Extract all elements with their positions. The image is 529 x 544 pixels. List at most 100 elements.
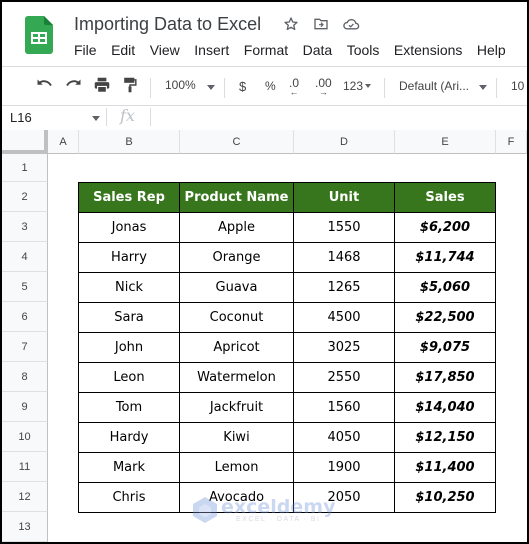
name-box[interactable]: L16 xyxy=(10,110,32,125)
cell-product-name[interactable]: Watermelon xyxy=(179,362,294,393)
menu-help[interactable]: Help xyxy=(477,42,506,58)
cell-product-name[interactable]: Guava xyxy=(179,272,294,303)
cell-product-name[interactable]: Kiwi xyxy=(179,422,294,453)
more-formats-button[interactable]: 123 xyxy=(343,79,372,93)
cell-sales-rep[interactable]: Mark xyxy=(78,452,180,483)
cell-unit[interactable]: 4500 xyxy=(293,302,395,333)
cell-sales[interactable]: $6,200 xyxy=(394,212,496,243)
row-header-11[interactable]: 11 xyxy=(2,452,48,482)
cell-sales[interactable]: $22,500 xyxy=(394,302,496,333)
cell-product-name[interactable]: Lemon xyxy=(179,452,294,483)
row-header-6[interactable]: 6 xyxy=(2,302,48,332)
move-to-folder-icon[interactable] xyxy=(312,15,330,33)
currency-format-button[interactable]: $ xyxy=(239,79,246,94)
cell-unit[interactable]: 1265 xyxy=(293,272,395,303)
menu-file[interactable]: File xyxy=(74,42,97,58)
zoom-select[interactable]: 100% xyxy=(165,78,196,92)
row-header-9[interactable]: 9 xyxy=(2,392,48,422)
cell-product-name[interactable]: Apple xyxy=(179,212,294,243)
formula-input[interactable] xyxy=(154,108,524,126)
cell-sales[interactable]: $17,850 xyxy=(394,362,496,393)
cell-sales[interactable]: $5,060 xyxy=(394,272,496,303)
row-header-5[interactable]: 5 xyxy=(2,272,48,302)
column-header-c[interactable]: C xyxy=(180,130,294,154)
cell-sales-rep[interactable]: Nick xyxy=(78,272,180,303)
table-row: Jonas Apple 1550 $6,200 xyxy=(78,212,496,243)
cell-unit[interactable]: 2050 xyxy=(293,482,395,513)
cell-unit[interactable]: 1550 xyxy=(293,212,395,243)
cell-sales[interactable]: $9,075 xyxy=(394,332,496,363)
font-size-select[interactable]: 10 xyxy=(511,79,524,93)
decrease-decimal-button[interactable]: .0 ← xyxy=(289,77,299,97)
cell-product-name[interactable]: Orange xyxy=(179,242,294,273)
row-header-3[interactable]: 3 xyxy=(2,212,48,242)
cell-product-name[interactable]: Coconut xyxy=(179,302,294,333)
font-dropdown-icon[interactable] xyxy=(479,85,487,90)
header-sales-rep[interactable]: Sales Rep xyxy=(78,182,180,213)
cell-sales-rep[interactable]: Hardy xyxy=(78,422,180,453)
row-header-4[interactable]: 4 xyxy=(2,242,48,272)
column-header-d[interactable]: D xyxy=(294,130,395,154)
arrow-right-icon: → xyxy=(318,87,328,97)
document-title[interactable]: Importing Data to Excel xyxy=(74,14,261,35)
table-row: Harry Orange 1468 $11,744 xyxy=(78,242,496,273)
cell-sales[interactable]: $10,250 xyxy=(394,482,496,513)
row-header-7[interactable]: 7 xyxy=(2,332,48,362)
menu-tools[interactable]: Tools xyxy=(347,42,380,58)
select-all-corner[interactable] xyxy=(2,130,48,154)
row-header-1[interactable]: 1 xyxy=(2,154,48,182)
cell-sales[interactable]: $11,744 xyxy=(394,242,496,273)
cell-sales-rep[interactable]: Jonas xyxy=(78,212,180,243)
paint-format-icon[interactable] xyxy=(123,77,137,93)
row-header-2[interactable]: 2 xyxy=(2,182,48,212)
column-header-b[interactable]: B xyxy=(79,130,180,154)
column-header-a[interactable]: A xyxy=(48,130,79,154)
cell-sales-rep[interactable]: Chris xyxy=(78,482,180,513)
redo-icon[interactable] xyxy=(64,77,82,91)
cell-unit[interactable]: 2550 xyxy=(293,362,395,393)
table-row: Sara Coconut 4500 $22,500 xyxy=(78,302,496,333)
column-header-e[interactable]: E xyxy=(395,130,496,154)
cell-unit[interactable]: 1468 xyxy=(293,242,395,273)
menu-view[interactable]: View xyxy=(150,42,180,58)
row-header-8[interactable]: 8 xyxy=(2,362,48,392)
row-header-12[interactable]: 12 xyxy=(2,482,48,512)
increase-decimal-button[interactable]: .00 → xyxy=(315,77,332,97)
menu-insert[interactable]: Insert xyxy=(194,42,229,58)
cell-sales-rep[interactable]: Leon xyxy=(78,362,180,393)
column-header-f[interactable]: F xyxy=(496,130,527,154)
menu-data[interactable]: Data xyxy=(303,42,333,58)
print-icon[interactable] xyxy=(93,77,111,93)
cell-sales[interactable]: $12,150 xyxy=(394,422,496,453)
cloud-saved-icon[interactable] xyxy=(342,15,360,33)
menu-edit[interactable]: Edit xyxy=(111,42,135,58)
menu-extensions[interactable]: Extensions xyxy=(394,42,462,58)
cell-unit[interactable]: 3025 xyxy=(293,332,395,363)
cell-sales[interactable]: $11,400 xyxy=(394,452,496,483)
cell-sales-rep[interactable]: Sara xyxy=(78,302,180,333)
undo-icon[interactable] xyxy=(36,77,54,91)
cell-sales[interactable]: $14,040 xyxy=(394,392,496,423)
sheets-logo-icon[interactable] xyxy=(25,16,53,54)
header-unit[interactable]: Unit xyxy=(293,182,395,213)
cell-sales-rep[interactable]: John xyxy=(78,332,180,363)
table-row: Chris Avocado 2050 $10,250 xyxy=(78,482,496,513)
cell-product-name[interactable]: Avocado xyxy=(179,482,294,513)
cell-sales-rep[interactable]: Harry xyxy=(78,242,180,273)
cell-unit[interactable]: 1900 xyxy=(293,452,395,483)
name-box-dropdown-icon[interactable] xyxy=(92,116,100,121)
zoom-dropdown-icon[interactable] xyxy=(207,85,215,90)
font-select[interactable]: Default (Ari... xyxy=(399,79,469,93)
star-icon[interactable] xyxy=(282,15,300,33)
cell-unit[interactable]: 4050 xyxy=(293,422,395,453)
row-header-10[interactable]: 10 xyxy=(2,422,48,452)
cell-sales-rep[interactable]: Tom xyxy=(78,392,180,423)
header-product-name[interactable]: Product Name xyxy=(179,182,294,213)
cell-unit[interactable]: 1560 xyxy=(293,392,395,423)
menu-format[interactable]: Format xyxy=(244,42,288,58)
header-sales[interactable]: Sales xyxy=(394,182,496,213)
cell-product-name[interactable]: Jackfruit xyxy=(179,392,294,423)
row-header-13[interactable]: 13 xyxy=(2,512,48,542)
percent-format-button[interactable]: % xyxy=(265,79,276,93)
cell-product-name[interactable]: Apricot xyxy=(179,332,294,363)
